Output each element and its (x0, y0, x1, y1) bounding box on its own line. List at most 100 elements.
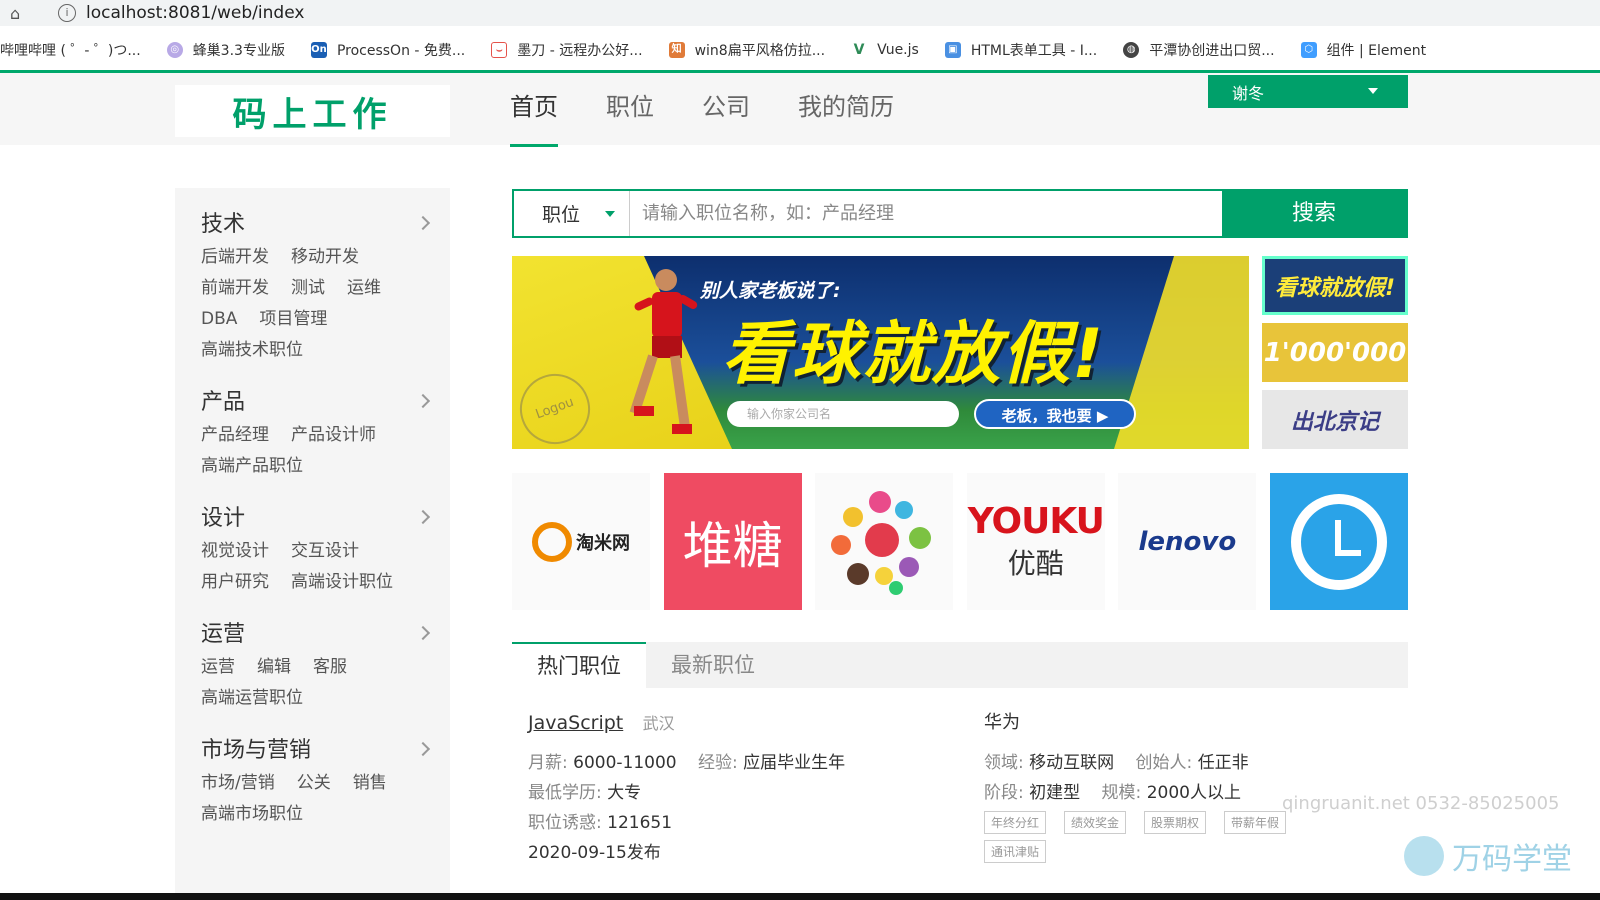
search-type-select[interactable]: 职位 (514, 191, 630, 236)
banner-cta-button[interactable]: 老板，我也要 ▶ (974, 399, 1136, 429)
football-player-icon (629, 269, 698, 434)
category-link[interactable]: 高端产品职位 (201, 456, 303, 476)
company-logos: 淘米网 堆糖 YOUKU 优酷 lenovo (512, 473, 1408, 610)
category-link[interactable]: 运维 (347, 278, 381, 298)
benefit-tag: 股票期权 (1144, 811, 1207, 834)
category-title[interactable]: 技术 (201, 208, 450, 242)
home-icon[interactable]: ⌂ (10, 4, 30, 23)
taskbar-edge (0, 893, 1600, 900)
bookmark-vue[interactable]: V Vue.js (851, 42, 919, 58)
category-title[interactable]: 运营 (201, 618, 450, 652)
job-salary: 6000-11000 (573, 753, 677, 773)
category-link[interactable]: 视觉设计 (201, 541, 269, 561)
category-link[interactable]: 高端市场职位 (201, 804, 303, 824)
site-logo[interactable]: 码上工作 (175, 85, 450, 137)
site-header: 码上工作 首页 职位 公司 我的简历 谢冬 (0, 73, 1600, 147)
colorful-dots-logo-icon (829, 487, 939, 597)
tab-hot-jobs[interactable]: 热门职位 (512, 642, 646, 688)
banner-thumb[interactable]: 1'000'000 (1262, 323, 1408, 382)
category-link[interactable]: 移动开发 (291, 247, 359, 267)
bookmark-html-form[interactable]: ▣ HTML表单工具 - I... (944, 40, 1097, 60)
watermark-brand: 万码学堂 (1404, 834, 1572, 878)
category-product: 产品 产品经理 产品设计师 高端产品职位 (201, 386, 450, 482)
company-logo-duitang[interactable]: 堆糖 (663, 473, 802, 610)
category-title[interactable]: 市场与营销 (201, 734, 450, 768)
main-nav: 首页 职位 公司 我的简历 (510, 73, 942, 147)
category-link[interactable]: 运营 (201, 657, 235, 677)
search-input[interactable] (630, 191, 1222, 236)
user-menu[interactable]: 谢冬 (1208, 75, 1408, 108)
bookmark-bilibili[interactable]: 哔哩哔哩 ( ゜- ゜)つ... (0, 40, 141, 60)
tab-latest-jobs[interactable]: 最新职位 (646, 642, 780, 688)
company-scale: 2000人以上 (1146, 783, 1241, 803)
benefit-tag: 带薪年假 (1224, 811, 1287, 834)
bookmark-hive[interactable]: ◎ 蜂巢3.3专业版 (166, 40, 285, 60)
bookmarks-bar: 哔哩哔哩 ( ゜- ゜)つ... ◎ 蜂巢3.3专业版 On ProcessOn -… (0, 34, 1600, 66)
benefit-tag: 绩效奖金 (1064, 811, 1127, 834)
category-link[interactable]: 高端技术职位 (201, 340, 303, 360)
zhihu-icon: 知 (668, 42, 685, 58)
bookmark-win8[interactable]: 知 win8扁平风格仿拉... (668, 40, 825, 60)
info-icon[interactable]: i (58, 4, 76, 22)
category-link[interactable]: 用户研究 (201, 572, 269, 592)
nav-jobs[interactable]: 职位 (606, 73, 654, 145)
category-link[interactable]: 产品设计师 (291, 425, 376, 445)
company-logo-youku[interactable]: YOUKU 优酷 (966, 473, 1105, 610)
category-design: 设计 视觉设计 交互设计 用户研究 高端设计职位 (201, 502, 450, 598)
url-text[interactable]: localhost:8081/web/index (86, 3, 304, 23)
banner-thumb[interactable]: 出北京记 (1262, 390, 1408, 449)
banner-thumb[interactable]: 看球就放假! (1262, 256, 1408, 315)
category-link[interactable]: DBA (201, 309, 237, 329)
processon-icon: On (310, 42, 327, 58)
benefit-tag: 年终分红 (984, 811, 1047, 834)
category-title[interactable]: 设计 (201, 502, 450, 536)
company-logo-colorful[interactable] (815, 473, 954, 610)
job-education: 大专 (607, 783, 642, 803)
category-link[interactable]: 销售 (353, 773, 387, 793)
category-link[interactable]: 市场/营销 (201, 773, 275, 793)
nav-my-resume[interactable]: 我的简历 (798, 73, 894, 145)
promo-banner[interactable]: Logou 别人家老板说了: 看球就放假! 输入你家公司名 老板，我也要 ▶ (512, 256, 1249, 449)
banner-company-input[interactable]: 输入你家公司名 (727, 401, 959, 427)
nav-home[interactable]: 首页 (510, 73, 558, 147)
nav-companies[interactable]: 公司 (702, 73, 750, 145)
brand-logo-icon (1404, 836, 1444, 876)
category-link[interactable]: 客服 (313, 657, 347, 677)
address-bar[interactable]: ⌂ i localhost:8081/web/index (0, 0, 1600, 26)
play-icon: ▶ (1096, 407, 1109, 425)
category-link[interactable]: 高端运营职位 (201, 688, 303, 708)
job-post-date: 2020-09-15发布 (528, 843, 661, 863)
search-button[interactable]: 搜索 (1222, 191, 1406, 236)
benefit-tag: 通讯津贴 (984, 840, 1047, 863)
bookmark-pingtan[interactable]: ◍ 平潭协创进出口贸... (1123, 40, 1275, 60)
company-logo-clock[interactable] (1269, 473, 1408, 610)
category-link[interactable]: 编辑 (257, 657, 291, 677)
category-title[interactable]: 产品 (201, 386, 450, 420)
company-name[interactable]: 华为 (984, 712, 1020, 733)
category-link[interactable]: 项目管理 (259, 309, 327, 329)
vue-icon: V (851, 42, 868, 58)
company-founder: 任正非 (1197, 753, 1249, 773)
category-operations: 运营 运营 编辑 客服 高端运营职位 (201, 618, 450, 714)
category-link[interactable]: 高端设计职位 (291, 572, 393, 592)
bookmark-modao[interactable]: ⌣ 墨刀 - 远程办公好... (491, 40, 643, 60)
company-field: 移动互联网 (1029, 753, 1115, 773)
job-tabs: 热门职位 最新职位 (512, 642, 1408, 688)
company-logo-lenovo[interactable]: lenovo (1118, 473, 1257, 610)
category-tech: 技术 后端开发 移动开发 前端开发 测试 运维 DBA 项目管理 高端技术职位 (201, 208, 450, 366)
category-link[interactable]: 产品经理 (201, 425, 269, 445)
bookmark-element[interactable]: ⬡ 组件 | Element (1300, 40, 1426, 60)
bookmark-processon[interactable]: On ProcessOn - 免费... (310, 40, 465, 60)
caret-down-icon (605, 211, 615, 217)
category-link[interactable]: 后端开发 (201, 247, 269, 267)
category-link[interactable]: 交互设计 (291, 541, 359, 561)
globe-icon: ◍ (1123, 42, 1140, 58)
category-link[interactable]: 公关 (297, 773, 331, 793)
company-logo-taomi[interactable]: 淘米网 (512, 473, 650, 610)
hive-icon: ◎ (166, 42, 183, 58)
clock-icon (1290, 493, 1387, 590)
banner-headline: 看球就放假! (722, 315, 1106, 394)
job-title-link[interactable]: JavaScript (528, 712, 623, 734)
category-link[interactable]: 测试 (291, 278, 325, 298)
category-link[interactable]: 前端开发 (201, 278, 269, 298)
